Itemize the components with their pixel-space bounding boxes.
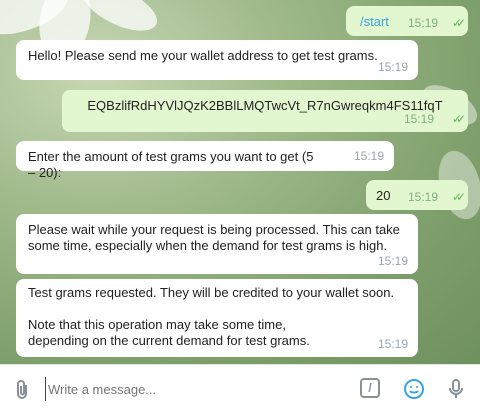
chat-area[interactable]: /start 15:19 ✓✓ Hello! Please send me yo… xyxy=(0,0,480,364)
double-check-icon: ✓✓ xyxy=(451,16,466,30)
message-outgoing[interactable]: EQBzlifRdHYVlJQzK2BBlLMQTwcVt_R7nGwreqkm… xyxy=(62,90,468,132)
double-check-icon: ✓✓ xyxy=(451,112,466,126)
message-time: 15:19 xyxy=(403,112,434,126)
message-time: 15:19 xyxy=(407,190,438,204)
message-text: Hello! Please send me your wallet addres… xyxy=(28,48,378,63)
message-incoming[interactable]: Enter the amount of test grams you want … xyxy=(16,141,394,180)
message-text: EQBzlifRdHYVlJQzK2BBlLMQTwcVt_R7nGwreqkm… xyxy=(87,98,443,113)
message-incoming[interactable]: Hello! Please send me your wallet addres… xyxy=(16,40,418,80)
message-text: Please wait while your request is being … xyxy=(28,222,400,253)
message-outgoing[interactable]: 20 15:19 ✓✓ xyxy=(366,180,468,210)
message-text: Test grams requested. They will be credi… xyxy=(28,285,395,300)
double-check-icon: ✓✓ xyxy=(451,190,466,204)
message-time: 15:19 xyxy=(377,337,408,351)
message-incoming[interactable]: Please wait while your request is being … xyxy=(16,214,418,274)
message-time: 15:19 xyxy=(377,60,408,74)
message-composer: / xyxy=(0,364,480,416)
paperclip-icon[interactable] xyxy=(12,377,34,403)
slash-command-icon[interactable]: / xyxy=(360,378,380,398)
message-input[interactable] xyxy=(46,381,330,398)
message-text-continued: Note that this operation may take some t… xyxy=(28,317,310,348)
microphone-icon[interactable] xyxy=(444,377,468,401)
message-time: 15:19 xyxy=(353,149,384,163)
message-outgoing[interactable]: /start 15:19 ✓✓ xyxy=(346,6,468,36)
message-time: 15:19 xyxy=(407,16,438,30)
message-incoming[interactable]: Test grams requested. They will be credi… xyxy=(16,279,418,357)
message-text: Enter the amount of test grams you want … xyxy=(28,149,314,180)
message-time: 15:19 xyxy=(377,254,408,268)
emoji-icon[interactable] xyxy=(402,377,426,401)
